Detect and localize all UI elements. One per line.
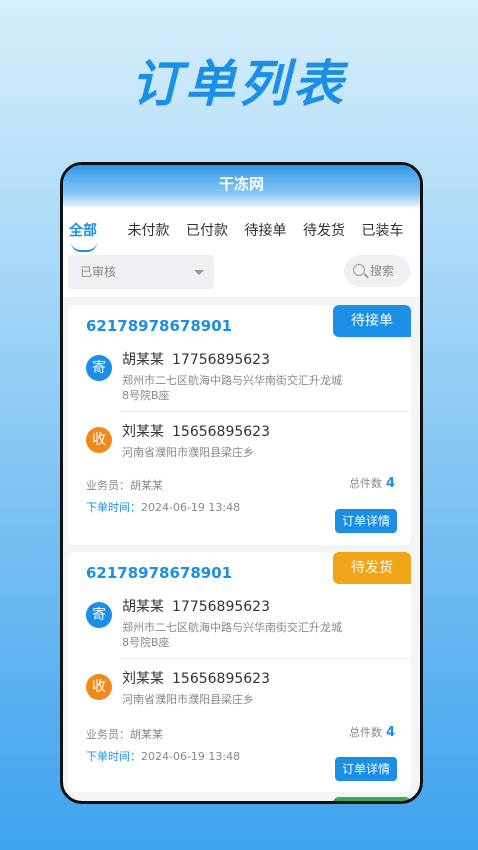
salesperson-label: 业务员：	[86, 728, 130, 741]
search-icon	[353, 264, 365, 276]
salesperson-label: 业务员：	[86, 479, 130, 492]
salesperson: 业务员：胡某某	[86, 477, 163, 493]
order-card: 62178978678901 待发货 寄 胡某某 17756895623 郑州市二…	[68, 552, 411, 792]
receiver-name-line: 刘某某 15656895623	[122, 421, 270, 441]
sender-phone: 17756895623	[172, 352, 270, 368]
tab-unpaid[interactable]: 未付款	[128, 220, 187, 240]
tab-all[interactable]: 全部	[69, 220, 128, 252]
status-filter-select[interactable]: 已审核	[68, 255, 214, 289]
receiver-phone: 15656895623	[172, 671, 270, 687]
status-badge: 待接单	[333, 305, 411, 337]
order-time-label: 下单时间：	[86, 750, 141, 763]
sender-address: 郑州市二七区航海中路与兴华南街交汇升龙城8号院B座	[122, 621, 342, 649]
next-card-status-peek	[333, 797, 411, 801]
salesperson-name: 胡某某	[130, 728, 163, 741]
chevron-down-icon	[194, 270, 204, 275]
sender-name: 胡某某	[122, 352, 164, 368]
status-filter-value: 已审核	[80, 265, 117, 279]
receiver-phone: 15656895623	[172, 424, 270, 440]
app-title: 干冻网	[63, 165, 420, 207]
tab-loaded[interactable]: 已装车	[362, 220, 421, 240]
sender-phone: 17756895623	[172, 599, 270, 615]
sender-name: 胡某某	[122, 599, 164, 615]
receiver-name: 刘某某	[122, 424, 164, 440]
total-count: 总件数 4	[349, 724, 395, 740]
divider	[120, 411, 410, 412]
order-number: 62178978678901	[86, 317, 233, 335]
total-count-value: 4	[385, 476, 395, 491]
order-time-value: 2024-06-19 13:48	[141, 501, 241, 514]
filter-row: 已审核 搜索	[63, 253, 420, 297]
total-count: 总件数 4	[349, 475, 395, 491]
total-count-value: 4	[385, 725, 395, 740]
total-count-label: 总件数	[348, 726, 382, 739]
search-placeholder: 搜索	[370, 264, 395, 278]
salesperson-name: 胡某某	[130, 479, 163, 492]
receiver-name: 刘某某	[122, 671, 164, 687]
order-time: 下单时间：2024-06-19 13:48	[86, 748, 240, 764]
sender-name-line: 胡某某 17756895623	[122, 596, 270, 616]
phone-frame: 干冻网 全部 未付款 已付款 待接单 待发货 已装车 已审核 搜索 621789…	[60, 162, 423, 804]
search-button[interactable]: 搜索	[344, 255, 410, 287]
receiver-address: 河南省濮阳市濮阳县梁庄乡	[122, 693, 254, 706]
receiver-badge: 收	[86, 674, 112, 700]
hero-title: 订单列表	[131, 55, 347, 113]
order-time-value: 2024-06-19 13:48	[141, 750, 241, 763]
status-tabs: 全部 未付款 已付款 待接单 待发货 已装车	[63, 207, 420, 253]
sender-badge: 寄	[86, 602, 112, 628]
sender-badge: 寄	[86, 355, 112, 381]
order-detail-button[interactable]: 订单详情	[335, 509, 397, 533]
receiver-name-line: 刘某某 15656895623	[122, 668, 270, 688]
salesperson: 业务员：胡某某	[86, 726, 163, 742]
tab-paid[interactable]: 已付款	[186, 220, 245, 240]
divider	[120, 658, 410, 659]
tab-pending-accept[interactable]: 待接单	[245, 220, 304, 240]
order-time-label: 下单时间：	[86, 501, 141, 514]
receiver-address: 河南省濮阳市濮阳县梁庄乡	[122, 446, 254, 459]
order-time: 下单时间：2024-06-19 13:48	[86, 499, 240, 515]
total-count-label: 总件数	[348, 477, 382, 490]
receiver-badge: 收	[86, 427, 112, 453]
status-badge: 待发货	[333, 552, 411, 584]
order-number: 62178978678901	[86, 564, 233, 582]
order-card: 62178978678901 待接单 寄 胡某某 17756895623 郑州市二…	[68, 305, 411, 545]
sender-name-line: 胡某某 17756895623	[122, 349, 270, 369]
order-detail-button[interactable]: 订单详情	[335, 757, 397, 781]
sender-address: 郑州市二七区航海中路与兴华南街交汇升龙城8号院B座	[122, 374, 342, 402]
tab-pending-ship[interactable]: 待发货	[303, 220, 362, 240]
